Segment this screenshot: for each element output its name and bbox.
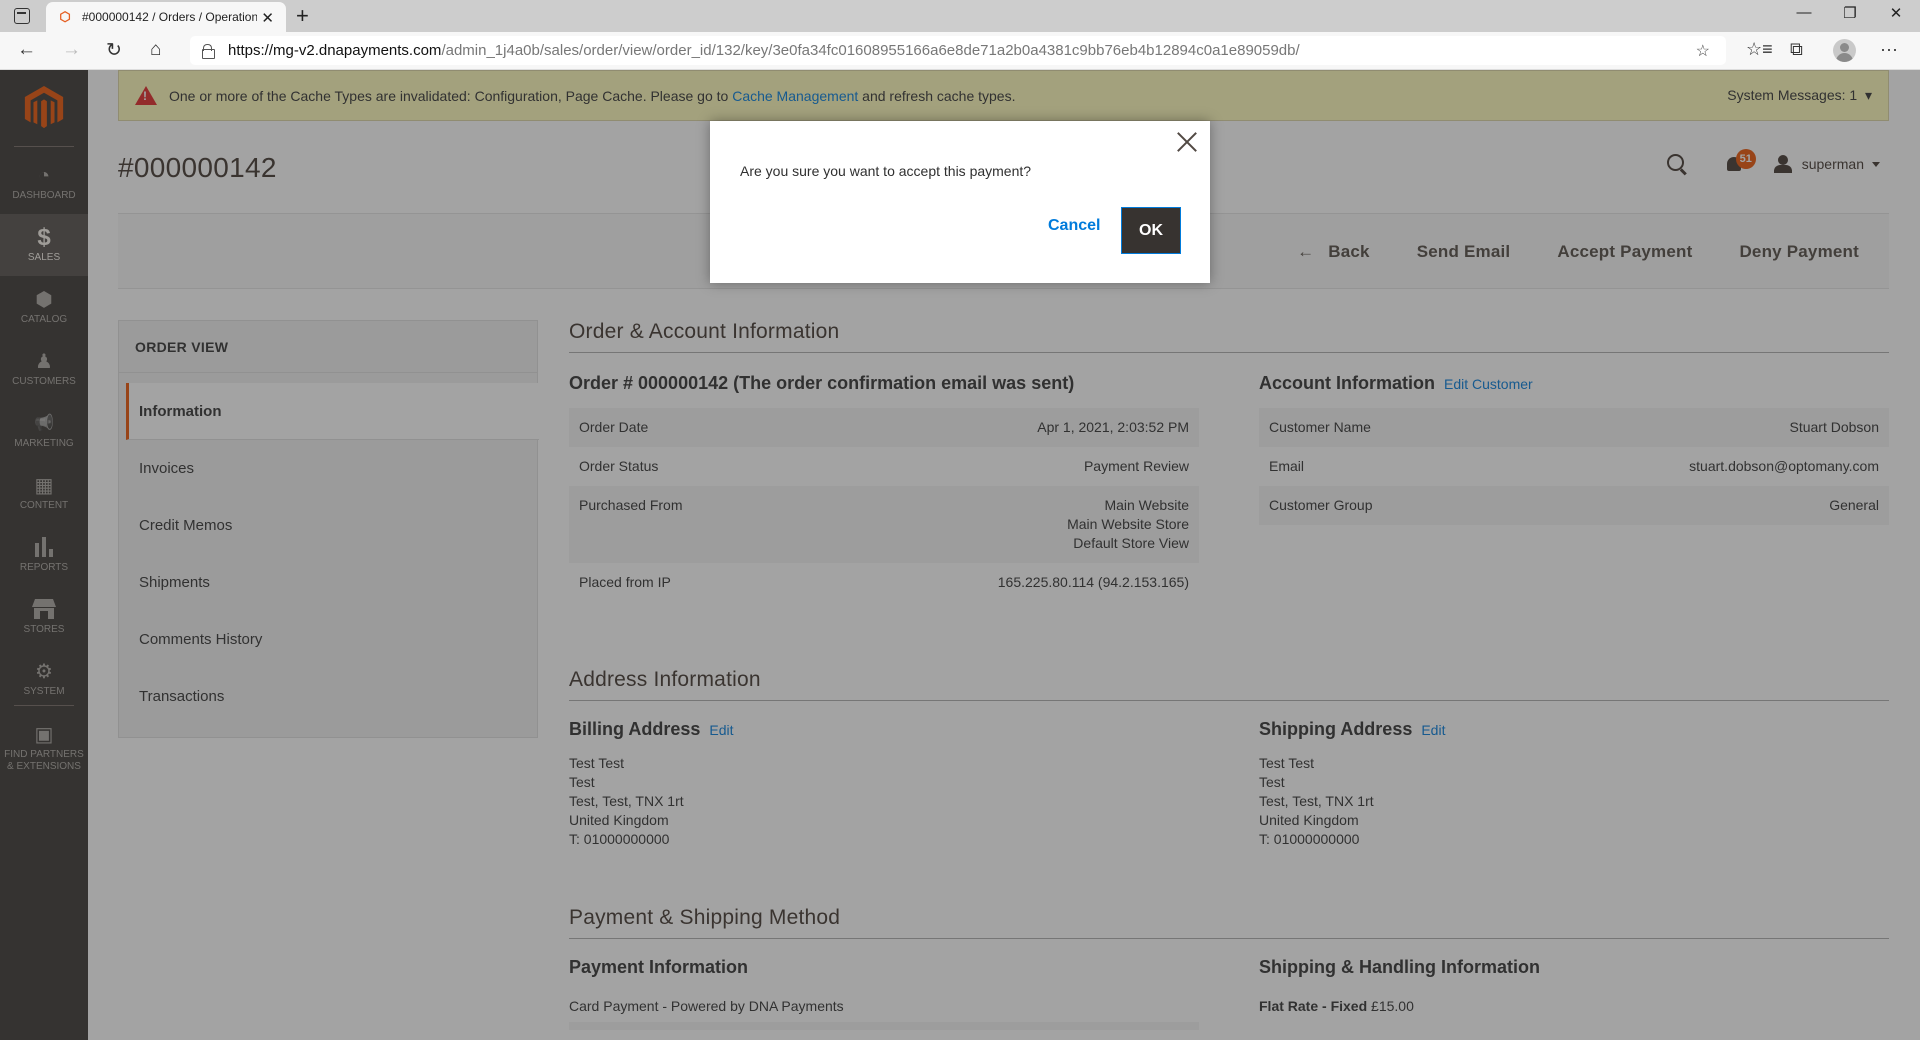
browser-tab-bar: ⬡ #000000142 / Orders / Operations ✕ + —…	[0, 0, 1920, 32]
browser-tab[interactable]: ⬡ #000000142 / Orders / Operations ✕	[46, 2, 286, 32]
collections-icon[interactable]: ⧉	[1790, 39, 1803, 60]
cancel-button[interactable]: Cancel	[1048, 217, 1100, 235]
favorites-icon[interactable]: ☆≡	[1746, 39, 1773, 60]
minimize-button[interactable]: —	[1781, 4, 1827, 21]
tab-actions-icon[interactable]	[14, 8, 30, 24]
url-text: https://mg-v2.dnapayments.com/admin_1j4a…	[228, 42, 1300, 59]
profile-avatar[interactable]	[1833, 39, 1856, 62]
add-favorite-icon[interactable]: ☆	[1696, 41, 1710, 61]
modal-message: Are you sure you want to accept this pay…	[740, 163, 1032, 179]
reload-icon[interactable]: ↻	[106, 39, 122, 62]
confirm-modal: Are you sure you want to accept this pay…	[710, 121, 1210, 283]
browser-toolbar: ← → ↻ ⌂ https://mg-v2.dnapayments.com/ad…	[0, 32, 1920, 70]
new-tab-button[interactable]: +	[296, 3, 309, 29]
tab-title: #000000142 / Orders / Operations	[82, 10, 257, 24]
ok-button[interactable]: OK	[1121, 207, 1181, 254]
more-menu-icon[interactable]: ···	[1880, 39, 1898, 60]
window-close-button[interactable]: ✕	[1873, 4, 1919, 22]
close-icon[interactable]	[1174, 129, 1200, 155]
tab-close-icon[interactable]: ✕	[261, 9, 274, 27]
magento-favicon-icon: ⬡	[59, 9, 71, 24]
forward-nav-icon[interactable]: →	[62, 39, 81, 61]
url-input[interactable]: https://mg-v2.dnapayments.com/admin_1j4a…	[190, 36, 1726, 65]
home-icon[interactable]: ⌂	[150, 39, 161, 61]
restore-button[interactable]: ❐	[1827, 4, 1873, 22]
back-nav-icon[interactable]: ←	[17, 39, 36, 61]
lock-icon	[202, 44, 215, 59]
